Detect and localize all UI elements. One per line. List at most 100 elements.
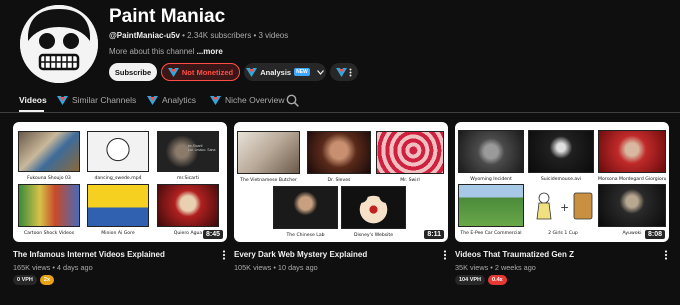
multiplier-badge: 0.4x: [488, 275, 507, 285]
thumb-tile: Ayuwoki: [598, 184, 666, 236]
not-monetized-button[interactable]: Not Monetized: [161, 63, 240, 81]
vertical-dots-icon: [349, 68, 352, 76]
tab-similar-channels[interactable]: Similar Channels: [57, 95, 136, 105]
tile-image: [273, 186, 338, 229]
video-card-1[interactable]: Fukouna Shoujo 03 dancing_swede.mp4 ex.S…: [13, 122, 227, 285]
tile-image: [458, 184, 524, 227]
more-options-icon[interactable]: [442, 250, 448, 260]
channel-title: Paint Maniac: [109, 6, 226, 27]
tile-image: [528, 130, 594, 173]
more-options-icon[interactable]: [221, 250, 227, 260]
tile-caption: Disney's Website: [353, 233, 394, 238]
video-title[interactable]: Videos That Traumatized Gen Z: [455, 250, 574, 259]
tab-videos[interactable]: Videos: [19, 95, 47, 105]
channel-about-link[interactable]: More about this channel ...more: [109, 47, 223, 56]
tile-image: [307, 131, 371, 174]
vidiq-icon: [57, 95, 68, 105]
svg-text:+: +: [560, 201, 569, 214]
video-duration: 8:45: [202, 230, 223, 239]
analysis-button[interactable]: Analysis NEW: [244, 63, 326, 81]
tile-caption: Fukouna Shoujo 03: [27, 176, 71, 181]
thumb-tile: Mr. Swirl: [376, 131, 444, 183]
video-thumbnail-2[interactable]: The Vietnamese Butcher Dr. Sleves Mr. Sw…: [234, 122, 448, 242]
thumb-tile: Suicidemouse.avi: [528, 130, 594, 182]
video-meta: 165K views • 4 days ago: [13, 263, 93, 272]
vidiq-icon: [167, 67, 179, 77]
channel-stats: • 2.34K subscribers • 3 videos: [179, 31, 289, 40]
vph-badge: 104 VPH: [455, 275, 486, 285]
channel-avatar[interactable]: [20, 5, 98, 83]
paint-maniac-face: [20, 5, 98, 83]
tab-analytics[interactable]: Analytics: [147, 95, 196, 105]
tile-image: [458, 130, 524, 173]
video-thumbnail-3[interactable]: Wyoming Incident Suicidemouse.avi Morson…: [455, 122, 669, 242]
tile-image: [18, 184, 80, 227]
video-title[interactable]: Every Dark Web Mystery Explained: [234, 250, 367, 259]
video-card-3[interactable]: Wyoming Incident Suicidemouse.avi Morson…: [455, 122, 669, 285]
about-text: More about this channel: [109, 47, 195, 56]
tile-caption: 2 Girls 1 Cup: [548, 231, 578, 236]
video-title[interactable]: The Infamous Internet Videos Explained: [13, 250, 165, 259]
monetization-label: Not Monetized: [181, 67, 234, 77]
multiplier-badge: 2x: [39, 275, 55, 285]
tile-image: [376, 131, 444, 174]
video-meta: 35K views • 2 weeks ago: [455, 263, 536, 272]
channel-handle: @PaintManiac-u5v: [109, 31, 180, 40]
thumb-tile: Quiero Agua: [157, 184, 219, 236]
tile-caption: dancing_swede.mp4: [94, 176, 142, 181]
tile-caption: The Vietnamese Butcher: [240, 178, 297, 183]
active-tab-underline: [19, 110, 44, 112]
tile-image: [87, 184, 149, 227]
thumb-tile: Minion Ai Gore: [87, 184, 149, 236]
tile-image: [237, 131, 300, 174]
video-duration: 8:11: [424, 230, 444, 239]
tile-caption: mr.Sicarti: [177, 176, 199, 181]
tab-niche-label: Niche Overview: [225, 95, 285, 105]
thumb-tile: Morsona Mordegard Giorgioru: [598, 130, 666, 182]
extension-menu-button[interactable]: [330, 63, 358, 81]
vph-badge: 0 VPH: [13, 275, 37, 285]
channel-meta: @PaintManiac-u5v • 2.34K subscribers • 3…: [109, 31, 288, 40]
new-badge: NEW: [294, 68, 310, 76]
channel-tabs: Videos Similar Channels Analytics Niche …: [0, 89, 680, 113]
tile-caption: Cartoon Shock Videos: [23, 231, 75, 236]
tab-similar-label: Similar Channels: [72, 95, 137, 105]
vidiq-icon: [210, 95, 221, 105]
two-girls-drawing: +: [536, 192, 593, 220]
tile-image: +: [530, 184, 596, 227]
thumb-tile: Wyoming Incident: [458, 130, 524, 182]
video-thumbnail-1[interactable]: Fukouna Shoujo 03 dancing_swede.mp4 ex.S…: [13, 122, 227, 242]
thumb-tile: + 2 Girls 1 Cup: [530, 184, 596, 236]
tab-videos-label: Videos: [19, 95, 47, 105]
tile-caption: The E-Pee Car Commercial: [460, 231, 522, 236]
tile-caption: Morsona Mordegard Giorgioru: [598, 177, 666, 182]
tab-analytics-label: Analytics: [162, 95, 197, 105]
more-options-icon[interactable]: [663, 250, 669, 260]
chevron-down-icon: [316, 69, 324, 75]
search-icon[interactable]: [286, 94, 299, 107]
vidiq-icon: [246, 67, 258, 77]
vidiq-icon: [147, 95, 158, 105]
video-card-2[interactable]: The Vietnamese Butcher Dr. Sleves Mr. Sw…: [234, 122, 448, 272]
tile-image: [87, 131, 149, 172]
tile-image: [157, 184, 219, 227]
thumb-tile: Fukouna Shoujo 03: [18, 131, 80, 181]
tile-image: ex.Sicarti Lol. Lmaoo. Sana: [157, 131, 219, 172]
tile-image: [598, 184, 666, 227]
thumb-tile: The E-Pee Car Commercial: [458, 184, 524, 236]
video-meta: 105K views • 10 days ago: [234, 263, 318, 272]
tile-image: [341, 186, 406, 229]
video-stats-pills: 104 VPH 0.4x: [455, 275, 507, 285]
tile-caption: Mr. Swirl: [400, 178, 420, 183]
tab-niche-overview[interactable]: Niche Overview: [210, 95, 285, 105]
video-stats-pills: 0 VPH 2x: [13, 275, 55, 285]
tile-caption: The Chinese Lab: [286, 233, 325, 238]
tile-image: [598, 130, 666, 173]
tile-caption: Suicidemouse.avi: [540, 177, 582, 182]
about-more: ...more: [194, 47, 223, 56]
subscribe-button[interactable]: Subscribe: [109, 63, 157, 81]
tile-caption: Wyoming Incident: [470, 177, 512, 182]
thumb-tile: The Vietnamese Butcher: [237, 131, 300, 183]
tile-caption: Dr. Sleves: [327, 178, 351, 183]
thumb-tile: Cartoon Shock Videos: [18, 184, 80, 236]
